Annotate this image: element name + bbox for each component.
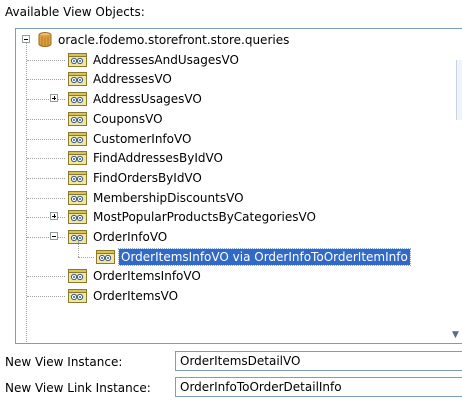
expand-toggle-icon[interactable]: [50, 212, 58, 221]
tree-branch-line: [27, 118, 65, 120]
tree-item-label: CouponsVO: [93, 111, 163, 126]
view-object-icon: [68, 52, 87, 67]
view-objects-tree[interactable]: oracle.fodemo.storefront.store.queries Ad…: [15, 28, 462, 344]
tree-branch-line: [27, 79, 65, 81]
tree-item-label: MembershipDiscountsVO: [93, 190, 244, 205]
tree-item-label: MostPopularProductsByCategoriesVO: [93, 210, 316, 225]
vertical-scrollbar[interactable]: [456, 60, 462, 120]
tree-item-label: AddressesVO: [93, 72, 172, 87]
tree-item[interactable]: MembershipDiscountsVO: [16, 188, 461, 208]
tree-item[interactable]: OrderInfoVO: [16, 227, 461, 247]
view-instance-field[interactable]: [175, 351, 462, 371]
tree-branch-line: [27, 59, 65, 61]
tree-item[interactable]: CustomerInfoVO: [16, 129, 461, 149]
tree-child-guide-line: [78, 240, 79, 257]
view-instance-label: New View Instance:: [5, 355, 123, 369]
tree-branch-line: [27, 217, 65, 219]
tree-branch-line: [27, 138, 65, 140]
tree-item-label: OrderItemsVO: [93, 289, 179, 304]
view-object-icon: [68, 210, 87, 225]
tree-item-label: OrderItemsInfoVO via OrderInfoToOrderIte…: [118, 247, 411, 266]
tree-root-label: oracle.fodemo.storefront.store.queries: [58, 33, 290, 47]
tree-item-label: FindAddressesByIdVO: [93, 151, 223, 166]
collapse-root-toggle-icon[interactable]: [22, 35, 30, 43]
scroll-down-arrow-icon[interactable]: ▼: [452, 330, 459, 340]
tree-branch-line: [27, 177, 65, 179]
tree-item-label: FindOrdersByIdVO: [93, 170, 202, 185]
view-link-instance-field[interactable]: [175, 377, 462, 397]
tree-item[interactable]: FindAddressesByIdVO: [16, 148, 461, 168]
tree-item[interactable]: AddressesVO: [16, 69, 461, 89]
tree-branch-line: [27, 276, 65, 278]
view-object-icon: [96, 249, 115, 264]
tree-branch-line: [27, 158, 65, 160]
tree-branch-line: [27, 99, 65, 101]
tree-item[interactable]: MostPopularProductsByCategoriesVO: [16, 207, 461, 227]
view-object-icon: [68, 92, 87, 107]
view-object-icon: [68, 111, 87, 126]
collapse-toggle-icon[interactable]: [50, 232, 58, 240]
tree-branch-line: [27, 197, 65, 199]
tree-root-node[interactable]: oracle.fodemo.storefront.store.queries: [16, 30, 461, 50]
view-object-icon: [68, 269, 87, 284]
tree-item[interactable]: OrderItemsInfoVO via OrderInfoToOrderIte…: [16, 240, 461, 267]
view-object-icon: [68, 131, 87, 146]
tree-item[interactable]: OrderItemsVO: [16, 286, 461, 306]
tree-item[interactable]: OrderItemsInfoVO: [16, 266, 461, 286]
view-link-instance-label: New View Link Instance:: [5, 381, 151, 395]
tree-branch-line: [27, 296, 65, 298]
tree-branch-line: [27, 237, 65, 238]
view-object-icon: [68, 151, 87, 166]
tree-item-label: OrderItemsInfoVO: [93, 269, 201, 284]
tree-item-label: AddressesAndUsagesVO: [93, 52, 239, 67]
tree-item[interactable]: CouponsVO: [16, 109, 461, 129]
view-object-icon: [68, 170, 87, 185]
tree-item-label: OrderInfoVO: [93, 230, 168, 244]
available-view-objects-heading: Available View Objects:: [5, 5, 145, 19]
tree-item[interactable]: AddressUsagesVO: [16, 89, 461, 109]
package-icon: [38, 32, 52, 47]
tree-item[interactable]: FindOrdersByIdVO: [16, 168, 461, 188]
view-object-icon: [68, 289, 87, 304]
expand-toggle-icon[interactable]: [50, 94, 58, 103]
tree-branch-line: [78, 256, 94, 258]
tree-item-label: CustomerInfoVO: [93, 131, 192, 146]
tree-item-label: AddressUsagesVO: [93, 92, 202, 107]
tree-item[interactable]: AddressesAndUsagesVO: [16, 50, 461, 70]
view-object-icon: [68, 72, 87, 87]
view-object-icon: [68, 190, 87, 205]
